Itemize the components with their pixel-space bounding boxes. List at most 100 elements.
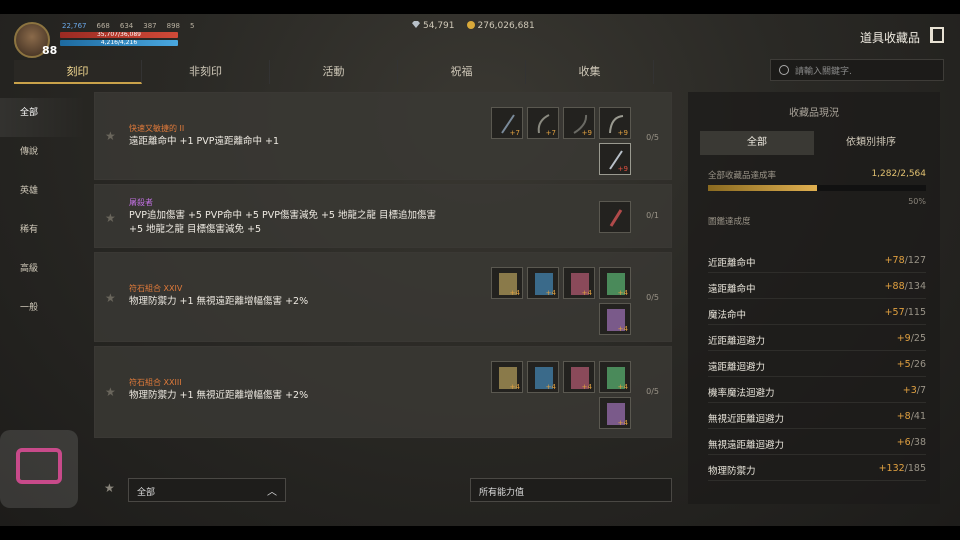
search-box[interactable]: 請輸入關鍵字.: [770, 59, 944, 81]
stat-name: 機率魔法迴避力: [708, 388, 775, 399]
stat-filter-dropdown[interactable]: 所有能力值: [470, 478, 672, 502]
exit-icon[interactable]: [930, 27, 944, 43]
list-item[interactable]: ★ 快速又敏捷的 II 遠距離命中 +1 PVP遠距離命中 +1 +7 +7 +…: [94, 92, 672, 180]
sidebar-item-legendary[interactable]: 傳說: [0, 137, 86, 176]
grade-filter-value: 全部: [137, 488, 156, 498]
sidebar-item-common[interactable]: 一般: [0, 293, 86, 332]
stat-value: +88/134: [885, 281, 926, 292]
stat-bonus: +9: [896, 333, 911, 344]
gem-amount: 54,791: [423, 21, 455, 31]
item-slots: +4 +4 +4 +4 +4: [481, 267, 631, 335]
sidebar-item-advanced[interactable]: 高級: [0, 254, 86, 293]
grade-filter-dropdown[interactable]: 全部 ︿: [128, 478, 286, 502]
stat-bonus: +88: [884, 281, 905, 292]
tab-non-engraved[interactable]: 非刻印: [142, 60, 270, 84]
item-set-name: 符石組合 XXIII: [129, 378, 182, 387]
item-slot[interactable]: +4: [599, 303, 631, 335]
enchant-level: +9: [581, 129, 592, 137]
item-set-effect: 物理防禦力 +1 無視近距離增幅傷害 +2%: [129, 390, 309, 401]
enchant-level: +4: [617, 383, 628, 391]
item-slots: [481, 201, 631, 233]
favorite-filter-star-icon[interactable]: ★: [104, 481, 115, 495]
stat-bonus: +6: [896, 437, 911, 448]
cast-icon: [16, 448, 62, 484]
stat-name: 無視遠距離迴避力: [708, 440, 785, 451]
stat-bonus: +5: [896, 359, 911, 370]
tab-by-category[interactable]: 依類別排序: [814, 131, 928, 155]
stat-total: /41: [910, 411, 926, 422]
stat-bonus: +3: [902, 385, 917, 396]
stat-name: 無視近距離迴避力: [708, 414, 785, 425]
stat-total: /7: [916, 385, 926, 396]
stat-name: 物理防禦力: [708, 466, 756, 477]
stat-name: 近距離命中: [708, 258, 756, 269]
stat-value: +5/26: [897, 359, 926, 370]
stat-row: 遠距離命中 +88/134: [708, 273, 926, 299]
stat-row: 物理防禦力 +132/185: [708, 455, 926, 481]
stat-bonus: +132: [878, 463, 905, 474]
favorite-star-icon[interactable]: ★: [105, 129, 116, 143]
cast-overlay-button[interactable]: [0, 430, 78, 508]
item-slot[interactable]: +4: [527, 267, 559, 299]
search-input[interactable]: 請輸入關鍵字.: [795, 64, 852, 77]
item-slot[interactable]: +7: [527, 107, 559, 139]
sidebar-item-all[interactable]: 全部: [0, 98, 86, 137]
item-slot[interactable]: +4: [491, 267, 523, 299]
item-set-effect: 遠距離命中 +1 PVP遠距離命中 +1: [129, 136, 280, 147]
item-slot[interactable]: +4: [527, 361, 559, 393]
tab-blessing[interactable]: 祝福: [398, 60, 526, 84]
dagger-icon: [609, 209, 623, 227]
stat-value: 634: [119, 22, 134, 30]
sidebar-item-rare[interactable]: 稀有: [0, 215, 86, 254]
currency-display: 54,791 276,026,681: [412, 21, 535, 31]
enchant-level: +4: [509, 383, 520, 391]
stat-row: 機率魔法迴避力 +3/7: [708, 377, 926, 403]
item-slot[interactable]: +4: [599, 361, 631, 393]
item-slot[interactable]: +4: [563, 361, 595, 393]
enchant-level: +9: [617, 129, 628, 137]
grade-sidebar: 全部 傳說 英雄 稀有 高級 一般: [0, 98, 86, 332]
chevron-up-icon: ︿: [267, 487, 277, 498]
item-slot[interactable]: +4: [599, 397, 631, 429]
item-slot[interactable]: +4: [599, 267, 631, 299]
item-slot[interactable]: +4: [563, 267, 595, 299]
enchant-level: +4: [617, 419, 628, 427]
item-slot[interactable]: +7: [491, 107, 523, 139]
stat-list: 近距離命中 +78/127 遠距離命中 +88/134 魔法命中 +57/115 近距…: [688, 247, 940, 487]
favorite-star-icon[interactable]: ★: [105, 291, 116, 305]
favorite-star-icon[interactable]: ★: [105, 211, 116, 225]
stat-name: 遠距離迴避力: [708, 362, 766, 373]
stat-value: +3/7: [903, 385, 926, 396]
item-slot[interactable]: +4: [491, 361, 523, 393]
tab-collection[interactable]: 收集: [526, 60, 654, 84]
item-set-effect: 物理防禦力 +1 無視遠距離增幅傷害 +2%: [129, 296, 309, 307]
stat-total: /26: [910, 359, 926, 370]
item-slot[interactable]: +9: [563, 107, 595, 139]
stat-total: /127: [904, 255, 926, 266]
stat-value: +6/38: [897, 437, 926, 448]
list-item[interactable]: ★ 符石組合 XXIII 物理防禦力 +1 無視近距離增幅傷害 +2% +4 +…: [94, 346, 672, 438]
enchant-level: +7: [545, 129, 556, 137]
item-slot[interactable]: +9: [599, 107, 631, 139]
favorite-star-icon[interactable]: ★: [105, 385, 116, 399]
stat-filter-value: 所有能力值: [479, 488, 525, 498]
tab-all[interactable]: 全部: [700, 131, 814, 155]
sidebar-item-hero[interactable]: 英雄: [0, 176, 86, 215]
item-set-name: 快速又敏捷的 II: [129, 124, 185, 133]
item-slot[interactable]: [599, 201, 631, 233]
list-item[interactable]: ★ 符石組合 XXIV 物理防禦力 +1 無視遠距離增幅傷害 +2% +4 +4…: [94, 252, 672, 342]
enchant-level: +4: [617, 325, 628, 333]
stat-value: 898: [166, 22, 180, 30]
stat-name: 遠距離命中: [708, 284, 756, 295]
stat-value: 387: [143, 22, 157, 30]
list-item[interactable]: ★ 屠殺者 PVP追加傷害 +5 PVP命中 +5 PVP傷害減免 +5 地龍之…: [94, 184, 672, 248]
item-slot[interactable]: +9: [599, 143, 631, 175]
stat-name: 近距離迴避力: [708, 336, 766, 347]
completion-bar-fill: [708, 185, 817, 191]
enchant-level: +7: [509, 129, 520, 137]
item-set-effect: PVP追加傷害 +5 PVP命中 +5 PVP傷害減免 +5 地龍之龍 目標追加…: [129, 210, 437, 235]
gold-coin-icon: [466, 21, 475, 29]
tab-event[interactable]: 活動: [270, 60, 398, 84]
tab-engraved[interactable]: 刻印: [14, 60, 142, 84]
item-slots: +7 +7 +9 +9 +9: [481, 107, 631, 175]
